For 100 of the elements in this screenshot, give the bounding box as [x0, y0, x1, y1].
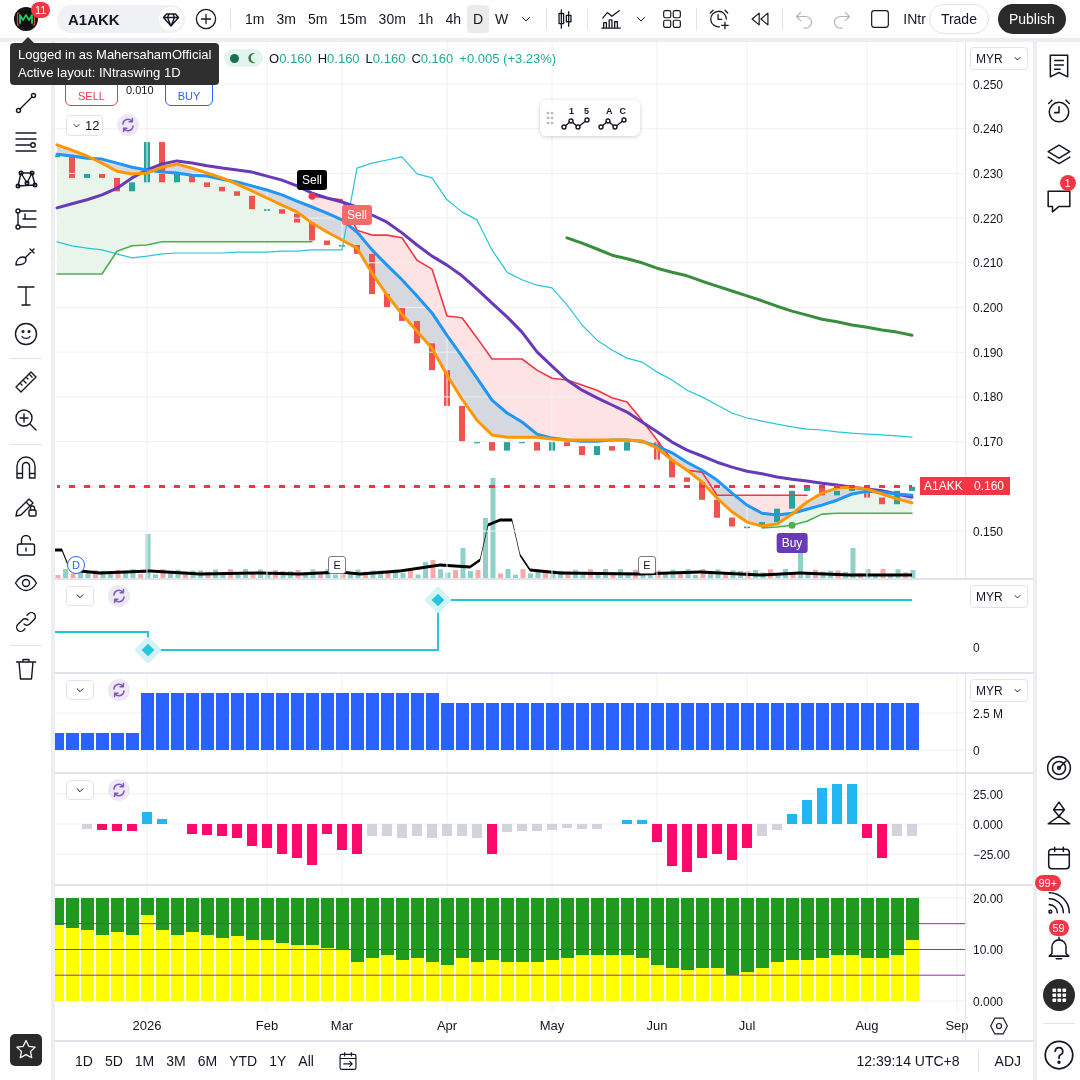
candle [834, 490, 840, 496]
sync-icon[interactable] [108, 779, 130, 801]
axis-label: 0.230 [973, 166, 1004, 181]
timeframe-tab[interactable]: D [467, 5, 490, 33]
alarm-clock-plus-icon[interactable] [708, 8, 731, 30]
sync-icon[interactable] [117, 114, 139, 136]
chart-bars-icon[interactable] [599, 8, 624, 30]
tooltip-text: Logged in as MahersahamOfficial [18, 46, 212, 64]
settings-icon[interactable] [989, 1016, 1009, 1036]
candle [564, 441, 570, 447]
range-button[interactable]: All [292, 1047, 320, 1075]
timeframe-tab[interactable]: W [489, 5, 515, 33]
link-icon[interactable] [13, 609, 38, 634]
candle [459, 405, 465, 442]
candle [729, 517, 735, 527]
alarm-clock-icon[interactable] [1045, 98, 1072, 124]
sync-icon[interactable] [108, 679, 130, 701]
time-label: Jun [646, 1018, 668, 1033]
date-range-icon[interactable] [337, 1051, 358, 1071]
candle [804, 486, 810, 491]
candle [189, 173, 195, 183]
dividend-marker[interactable]: D [67, 556, 86, 574]
timeframe-tab[interactable]: 4h [439, 5, 467, 33]
candle [579, 446, 585, 455]
wave-tool-button[interactable]: 1 5 [561, 106, 591, 130]
grid-icon[interactable] [662, 9, 683, 29]
count-badge: 59 [1048, 920, 1069, 936]
trash-icon[interactable] [13, 657, 38, 682]
drag-handle-icon[interactable] [546, 111, 554, 125]
timeframe-tab[interactable]: 15m [333, 5, 373, 33]
add-symbol-icon[interactable] [195, 8, 217, 30]
candle [369, 253, 375, 295]
earnings-marker[interactable]: E [328, 556, 347, 574]
candle [399, 307, 405, 321]
last-price-tag: 0.160 [965, 477, 1011, 496]
apps-icon[interactable] [1042, 979, 1075, 1011]
legend-toggle-button[interactable] [66, 586, 94, 606]
candle [204, 182, 210, 187]
earnings-marker[interactable]: E [637, 556, 656, 574]
radar-icon[interactable] [1045, 755, 1072, 781]
legend-toggle-button[interactable] [66, 680, 94, 700]
horizontal-lines-icon[interactable] [13, 129, 38, 154]
range-button[interactable]: 5D [98, 1047, 129, 1075]
currency-dropdown[interactable]: MYR [970, 585, 1028, 608]
range-button[interactable]: 1D [69, 1047, 99, 1075]
spread-value: 0.010 [126, 84, 154, 96]
timeframe-tab[interactable]: 1h [411, 5, 440, 33]
magnet-icon[interactable] [13, 455, 38, 480]
candle [324, 240, 330, 245]
timeframe-tab[interactable]: 3m [270, 5, 302, 33]
signal-stream-icon[interactable] [1045, 890, 1072, 916]
candle [909, 486, 915, 491]
trade-button[interactable]: Trade [928, 4, 989, 34]
range-button[interactable]: 3M [160, 1047, 192, 1075]
publish-button[interactable]: Publish [997, 4, 1066, 34]
status-dot-icon [230, 53, 239, 63]
axis-label: 20.00 [973, 891, 1004, 906]
currency-dropdown[interactable]: MYR [970, 679, 1028, 702]
square-icon[interactable] [870, 9, 891, 29]
wave-tool-button[interactable]: A C [598, 106, 628, 130]
symbol-tag: A1AKK [920, 477, 965, 496]
logo-icon[interactable] [14, 7, 38, 31]
range-button[interactable]: 1Y [263, 1047, 293, 1075]
currency-dropdown[interactable]: MYR [970, 47, 1028, 70]
axis-label: 0.000 [973, 994, 1004, 1009]
range-button[interactable]: 6M [191, 1047, 224, 1075]
chevron-down-icon [75, 685, 85, 695]
sync-icon[interactable] [108, 585, 130, 607]
trend-line-icon[interactable] [13, 91, 38, 116]
candle [114, 177, 120, 192]
help-icon[interactable] [1043, 1040, 1074, 1070]
interval-dropdown[interactable]: 12 [66, 115, 103, 136]
candle [354, 245, 360, 254]
range-button[interactable]: 1M [128, 1047, 161, 1075]
timeframe-tab[interactable]: 1m [239, 5, 271, 33]
pyramid-icon[interactable] [1045, 800, 1072, 826]
calendar-icon[interactable] [1045, 845, 1072, 871]
symbol-search-field[interactable]: A1AKK [57, 5, 185, 33]
zoom-in-icon[interactable] [13, 408, 38, 433]
chevron-down-icon [1013, 592, 1022, 601]
candle [414, 321, 420, 344]
ruler-icon[interactable] [13, 369, 38, 394]
axis-label: −25.00 [973, 847, 1011, 862]
candle [384, 294, 390, 308]
zigzag-icon [598, 116, 628, 130]
timeframe-tab[interactable]: 5m [301, 5, 334, 33]
axis-label: 0.210 [973, 256, 1004, 271]
axis-label: 0.150 [973, 524, 1004, 539]
layout-name[interactable]: INtr [903, 11, 926, 27]
timeframe-tab[interactable]: 30m [372, 5, 412, 33]
count-badge: 11 [31, 2, 51, 18]
smiley-icon[interactable] [13, 322, 38, 347]
candle [489, 441, 495, 451]
chat-icon[interactable] [1045, 188, 1072, 214]
range-button[interactable]: YTD [223, 1047, 264, 1075]
signal-label: Sell [297, 170, 327, 191]
legend-toggle-button[interactable] [66, 780, 94, 800]
adjustment-button[interactable]: ADJ [994, 1053, 1021, 1069]
projection-icon[interactable] [13, 206, 38, 231]
candle [219, 186, 225, 192]
